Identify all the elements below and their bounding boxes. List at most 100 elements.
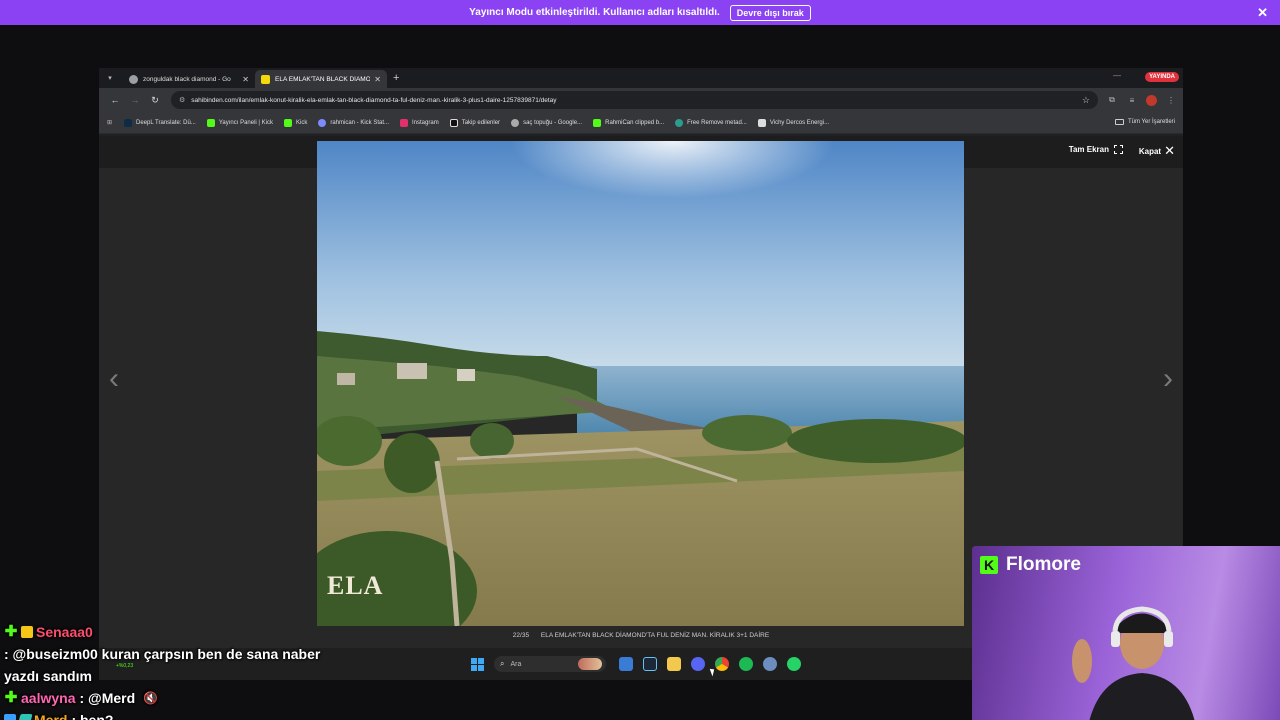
fullscreen-button[interactable]: Tam Ekran	[1069, 145, 1123, 154]
disable-streamer-mode-button[interactable]: Devre dışı bırak	[729, 4, 811, 21]
site-info-icon[interactable]: ⚙	[179, 96, 185, 104]
vpn-icon[interactable]	[763, 657, 777, 671]
verified-badge-icon	[4, 714, 16, 720]
taskbar-search-box[interactable]: ⌕ Ara	[494, 656, 606, 672]
chat-message: ✚ aalwyna : @Merd 🔇	[4, 687, 324, 709]
tab-google-search[interactable]: zonguldak black diamond - Go ✕	[123, 70, 255, 88]
bookmark-star-icon[interactable]: ☆	[1082, 95, 1090, 106]
bookmark-kick[interactable]: Kick	[283, 118, 308, 127]
widgets-icon[interactable]	[619, 657, 633, 671]
windows-start-icon[interactable]	[471, 657, 484, 671]
bookmark-instagram[interactable]: Instagram	[400, 118, 439, 127]
discord-icon[interactable]	[691, 657, 705, 671]
taskbar-items: ⌕ Ara	[471, 656, 806, 672]
bookmark-following[interactable]: Takip edilenler	[449, 118, 501, 127]
webcam-name-tag: K Flomore	[980, 554, 1081, 576]
fullscreen-label: Tam Ekran	[1068, 145, 1109, 154]
instagram-icon	[400, 118, 409, 127]
kick-icon	[206, 118, 215, 127]
search-highlight-image	[578, 658, 602, 670]
tab-title: zonguldak black diamond - Go	[143, 75, 231, 83]
bookmark-label: rahmican - Kick Stat...	[330, 119, 390, 126]
chat-message: Merd : ben?	[4, 709, 324, 720]
bookmark-label: Yayıncı Paneli | Kick	[218, 119, 273, 126]
link-icon	[511, 118, 520, 127]
x-icon	[449, 118, 458, 127]
avatar[interactable]	[1146, 94, 1157, 106]
bookmark-kick-stats[interactable]: rahmican - Kick Stat...	[318, 118, 390, 127]
streamer-silhouette	[1072, 606, 1195, 720]
bookmark-label: Takip edilenler	[461, 119, 501, 126]
bookmark-label: DeepL Translate: Dü...	[136, 119, 196, 126]
chat-overlay: ✚ Senaaa0 : @buseizm00 kuran çarpsın ben…	[4, 621, 324, 720]
back-icon[interactable]: ←	[105, 95, 125, 105]
ticker-overlay: +%0,23	[116, 663, 134, 669]
folder-icon	[1114, 119, 1124, 125]
close-icon[interactable]: ✕	[1257, 5, 1268, 21]
previous-photo-button[interactable]: ‹	[109, 362, 119, 396]
photo-counter: 22/35	[512, 632, 530, 639]
kick-logo-icon: K	[980, 556, 998, 574]
bookmark-kick-dashboard[interactable]: Yayıncı Paneli | Kick	[206, 118, 273, 127]
bookmark-google-search[interactable]: saç topuğu - Google...	[511, 118, 583, 127]
close-tab-icon[interactable]: ✕	[242, 75, 249, 84]
streamer-mode-banner: Yayıncı Modu etkinleştirildi. Kullanıcı …	[0, 0, 1280, 25]
streamer-name: Flomore	[1006, 554, 1081, 575]
bookmark-clipped[interactable]: RahmiCan clipped b...	[593, 118, 664, 127]
kick-icon	[283, 118, 292, 127]
steam-icon[interactable]	[643, 657, 657, 671]
chat-text: : @Merd	[79, 690, 136, 706]
globe-icon	[675, 118, 684, 127]
close-label: Kapat	[1138, 146, 1162, 156]
live-badge: YAYINDA	[1145, 72, 1179, 82]
bookmark-label: Instagram	[412, 119, 439, 126]
chat-username: Senaaa0	[36, 624, 93, 640]
close-tab-icon[interactable]: ✕	[374, 75, 381, 84]
forward-icon[interactable]: →	[125, 95, 145, 105]
next-photo-button[interactable]: ›	[1163, 362, 1173, 396]
banner-text: Yayıncı Modu etkinleştirildi. Kullanıcı …	[469, 7, 720, 18]
whatsapp-icon[interactable]	[787, 657, 801, 671]
listing-photo: ELA	[317, 141, 964, 626]
apps-grid-icon[interactable]: ⊞	[107, 119, 112, 126]
tab-search-icon[interactable]: ▾	[103, 71, 117, 85]
close-viewer-button[interactable]: Kapat ✕	[1139, 143, 1175, 159]
bookmark-label: Vichy Dercos Energi...	[769, 119, 830, 126]
bookmark-label: Free Remove metad...	[687, 119, 747, 126]
minimize-icon[interactable]: —	[1113, 71, 1121, 80]
chat-username: aalwyna	[21, 690, 76, 706]
reload-icon[interactable]: ↻	[145, 95, 165, 106]
chat-text: : ben?	[71, 712, 114, 720]
all-bookmarks-button[interactable]: Tüm Yer İşaretleri	[1114, 119, 1175, 125]
chrome-icon[interactable]	[715, 657, 729, 671]
ela-logo-text: ELA	[327, 571, 384, 600]
tab-title: ELA EMLAK'TAN BLACK DİAMO	[275, 75, 371, 83]
search-icon: ⌕	[500, 659, 505, 668]
stats-icon	[318, 118, 327, 127]
url-field[interactable]: ⚙ sahibinden.com/ilan/emlak-konut-kirali…	[171, 91, 1098, 109]
all-bookmarks-label: Tüm Yer İşaretleri	[1127, 119, 1175, 125]
media-control-icon[interactable]: ≡	[1126, 94, 1138, 106]
bookmark-remove-metadata[interactable]: Free Remove metad...	[675, 118, 747, 127]
bookmark-deepl[interactable]: DeepL Translate: Dü...	[124, 118, 196, 127]
chat-text: : @buseizm00 kuran çarpsın ben de sana n…	[4, 646, 321, 684]
file-explorer-icon[interactable]	[667, 657, 681, 671]
bookmark-vichy[interactable]: Vichy Dercos Energi...	[757, 118, 830, 127]
bookmark-label: Kick	[295, 119, 308, 126]
ela-watermark-logo: ELA	[327, 571, 383, 601]
url-text: sahibinden.com/ilan/emlak-konut-kiralik-…	[191, 96, 557, 104]
address-bar-row: ← → ↻ ⚙ sahibinden.com/ilan/emlak-konut-…	[99, 88, 1183, 112]
subscriber-badge-icon: ✚	[4, 623, 18, 640]
new-tab-button[interactable]: +	[393, 72, 399, 84]
google-icon	[129, 74, 138, 84]
menu-icon[interactable]: ⋮	[1165, 94, 1177, 106]
tab-strip: ▾ zonguldak black diamond - Go ✕ ELA EML…	[99, 68, 1183, 88]
spotify-icon[interactable]	[739, 657, 753, 671]
chat-username: Merd	[34, 712, 68, 720]
tab-sahibinden-listing[interactable]: ELA EMLAK'TAN BLACK DİAMO ✕	[255, 70, 387, 88]
extensions-icon[interactable]: ⧉	[1106, 94, 1118, 106]
stream-frame: Yayıncı Modu etkinleştirildi. Kullanıcı …	[0, 0, 1280, 720]
og-badge-icon	[17, 714, 33, 720]
bookmark-label: saç topuğu - Google...	[523, 119, 583, 126]
sahibinden-icon	[261, 74, 270, 84]
